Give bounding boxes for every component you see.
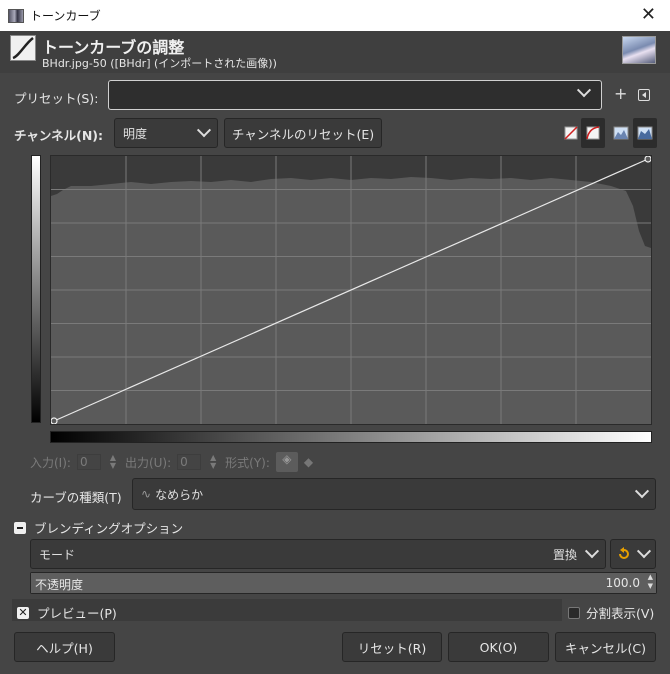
output-gradient-bar [31,155,41,423]
opacity-value: 100.0 [605,576,640,590]
opacity-label: 不透明度 [35,578,84,592]
chevron-down-icon [636,544,652,559]
input-gradient-bar [50,431,652,443]
opacity-fill [31,573,656,593]
preset-menu-icon[interactable] [638,89,650,101]
chevron-down-icon [196,123,212,138]
composite-mode-combo[interactable] [610,539,656,569]
preset-combo[interactable] [108,80,602,110]
image-thumbnail [622,36,656,64]
reset-channel-button[interactable]: チャンネルのリセット(E) [224,118,382,148]
mode-value: 置換 [552,547,577,562]
curve-graph[interactable] [50,155,652,425]
type-label: 形式(Y): [225,455,270,470]
histogram-view-icon[interactable] [610,122,632,144]
collapse-icon[interactable] [14,521,26,534]
curve-editor [26,153,656,448]
chevron-down-icon [584,544,600,559]
split-view-toggle[interactable]: 分割表示(V) [568,603,654,622]
mode-label: モード [39,547,76,562]
ok-button[interactable]: OK(O) [448,632,549,662]
curve-point-start[interactable] [51,417,58,424]
window-titlebar: トーンカーブ ✕ [0,0,670,31]
app-icon [8,8,24,23]
split-view-checkbox[interactable] [568,606,580,619]
split-view-label: 分割表示(V) [586,606,655,621]
output-spin[interactable]: 0 [177,454,202,470]
preview-label: プレビュー(P) [37,606,117,621]
preset-label: プリセット(S): [14,91,99,106]
dialog-header: トーンカーブの調整 BHdr.jpg-50 ([BHdr] (インポートされた画… [0,31,670,73]
chevron-down-icon [634,484,650,499]
opacity-spin-arrows-icon[interactable]: ▲ ▼ [648,573,653,591]
corner-point-icon[interactable]: ◆ [304,455,313,469]
composite-mode-icon [619,547,629,559]
point-controls: 入力(I): 0 ▲ ▼ 出力(U): 0 ▲ ▼ 形式(Y): ◈ ◆ [30,452,313,472]
output-spin-arrows-icon[interactable]: ▲ ▼ [207,454,219,470]
close-icon[interactable]: ✕ [641,5,656,25]
window-title: トーンカーブ [30,9,101,23]
reset-button[interactable]: リセット(R) [342,632,442,662]
blending-section-header[interactable]: ブレンディングオプション [14,518,183,537]
channel-value: 明度 [123,126,148,141]
opacity-slider[interactable]: 不透明度 100.0 ▲ ▼ [30,572,657,594]
input-label: 入力(I): [30,455,71,470]
smooth-curve-icon: ∿ [141,487,152,501]
preview-checkbox[interactable]: ✕ [17,606,29,619]
channel-label: チャンネル(N): [14,128,104,143]
curve-type-value: なめらか [155,487,204,502]
input-spin-arrows-icon[interactable]: ▲ ▼ [107,454,119,470]
curve-type-combo[interactable]: ∿ なめらか [132,478,656,510]
curve-point-end[interactable] [644,156,651,163]
smooth-point-icon[interactable]: ◈ [275,452,298,472]
cancel-button[interactable]: キャンセル(C) [555,632,656,662]
dialog-subtitle: BHdr.jpg-50 ([BHdr] (インポートされた画像)) [42,57,277,70]
help-button[interactable]: ヘルプ(H) [14,632,115,662]
blending-section-label: ブレンディングオプション [34,521,184,536]
curve-type-label: カーブの種類(T) [30,490,122,505]
histogram-view-alt-icon[interactable] [633,118,657,148]
blend-mode-combo[interactable]: モード 置換 [30,539,606,569]
log-histogram-icon[interactable] [581,118,605,148]
output-label: 出力(U): [124,455,172,470]
linear-histogram-icon[interactable] [560,122,582,144]
preview-toggle[interactable]: ✕ プレビュー(P) [17,603,117,622]
input-spin[interactable]: 0 [76,454,101,470]
channel-combo[interactable]: 明度 [114,118,218,148]
add-preset-icon[interactable]: + [614,84,627,103]
curves-icon [10,35,36,61]
chevron-down-icon [576,83,592,98]
